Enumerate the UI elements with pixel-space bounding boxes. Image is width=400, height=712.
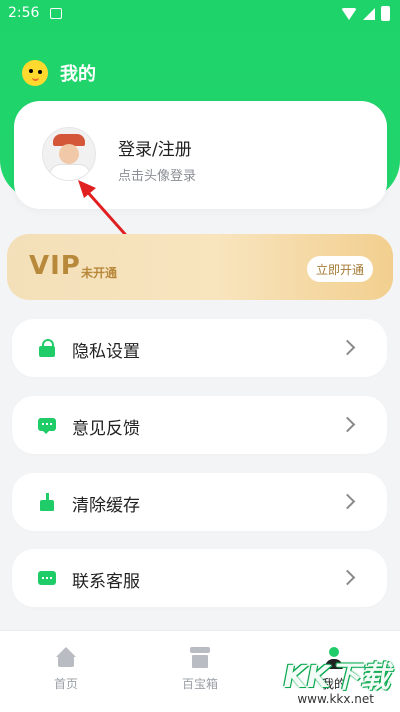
menu-item-label: 意见反馈 <box>72 419 140 439</box>
vip-status: 未开通 <box>81 266 118 280</box>
chevron-right-icon <box>339 493 356 510</box>
battery-icon <box>381 6 390 21</box>
nav-label: 百宝箱 <box>181 677 218 691</box>
menu-item-privacy[interactable]: 隐私设置 <box>12 319 387 377</box>
watermark-url: www.kkx.net <box>297 692 374 706</box>
chevron-right-icon <box>339 569 356 586</box>
status-indicators <box>341 6 390 21</box>
activate-vip-button[interactable]: 立即开通 <box>307 256 373 282</box>
nav-home[interactable]: 首页 <box>26 647 106 692</box>
menu-item-label: 联系客服 <box>72 572 140 592</box>
status-time: 2:56 <box>8 5 40 21</box>
image-notification-icon <box>50 8 62 19</box>
login-register-label[interactable]: 登录/注册 <box>118 135 192 160</box>
watermark: KK下载 <box>283 660 391 695</box>
service-icon <box>38 569 56 587</box>
box-icon <box>189 647 211 669</box>
smiley-icon <box>22 60 48 86</box>
nav-label: 首页 <box>53 677 78 691</box>
status-bar: 2:56 <box>0 0 400 28</box>
chevron-right-icon <box>339 339 356 356</box>
menu-item-clear-cache[interactable]: 清除缓存 <box>12 473 387 531</box>
chevron-right-icon <box>339 416 356 433</box>
page-title-row: 我的 <box>22 60 96 86</box>
broom-icon <box>38 493 56 511</box>
vip-card[interactable]: VIP 未开通 立即开通 <box>7 234 393 300</box>
page-title: 我的 <box>60 64 96 85</box>
menu-item-feedback[interactable]: 意见反馈 <box>12 396 387 454</box>
menu-item-contact-service[interactable]: 联系客服 <box>12 549 387 607</box>
menu-item-label: 清除缓存 <box>72 496 140 516</box>
signal-icon <box>363 7 375 20</box>
menu-item-label: 隐私设置 <box>72 342 140 362</box>
vip-label: VIP <box>29 251 81 281</box>
nav-toolbox[interactable]: 百宝箱 <box>160 647 240 692</box>
home-icon <box>55 647 77 669</box>
lock-icon <box>38 339 56 357</box>
chat-icon <box>38 416 56 434</box>
wifi-icon <box>341 7 357 20</box>
